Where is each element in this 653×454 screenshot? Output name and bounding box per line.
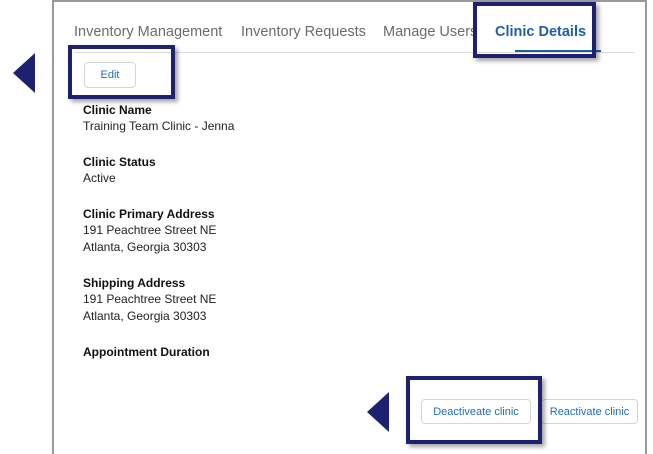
tab-inventory-management[interactable]: Inventory Management xyxy=(74,24,222,40)
deactivate-clinic-button[interactable]: Deactiveate clinic xyxy=(421,399,531,424)
shipping-address-field: Shipping Address 191 Peachtree Street NE… xyxy=(83,275,483,325)
edit-button[interactable]: Edit xyxy=(84,62,136,88)
clinic-name-value: Training Team Clinic - Jenna xyxy=(83,119,235,133)
appointment-duration-label: Appointment Duration xyxy=(83,345,210,359)
clinic-status-value: Active xyxy=(83,171,116,185)
tab-manage-users[interactable]: Manage Users xyxy=(383,24,477,40)
tab-clinic-details[interactable]: Clinic Details xyxy=(495,24,586,40)
left-pointer-arrow-icon xyxy=(13,53,35,93)
tab-bar: Inventory Management Inventory Requests … xyxy=(74,14,634,53)
primary-address-label: Clinic Primary Address xyxy=(83,207,215,221)
shipping-address-line2: Atlanta, Georgia 30303 xyxy=(83,309,207,323)
clinic-status-field: Clinic Status Active xyxy=(83,154,483,187)
clinic-details-fields: Clinic Name Training Team Clinic - Jenna… xyxy=(83,102,483,379)
primary-address-field: Clinic Primary Address 191 Peachtree Str… xyxy=(83,206,483,256)
appointment-duration-field: Appointment Duration xyxy=(83,344,483,360)
reactivate-clinic-button[interactable]: Reactivate clinic xyxy=(541,399,638,424)
left-pointer-arrow-icon xyxy=(367,392,389,432)
primary-address-line2: Atlanta, Georgia 30303 xyxy=(83,240,207,254)
clinic-name-label: Clinic Name xyxy=(83,103,152,117)
clinic-name-field: Clinic Name Training Team Clinic - Jenna xyxy=(83,102,483,135)
tab-inventory-requests[interactable]: Inventory Requests xyxy=(241,24,366,40)
shipping-address-label: Shipping Address xyxy=(83,276,186,290)
primary-address-line1: 191 Peachtree Street NE xyxy=(83,223,217,237)
clinic-status-label: Clinic Status xyxy=(83,155,156,169)
shipping-address-line1: 191 Peachtree Street NE xyxy=(83,292,217,306)
active-tab-indicator xyxy=(515,50,601,52)
